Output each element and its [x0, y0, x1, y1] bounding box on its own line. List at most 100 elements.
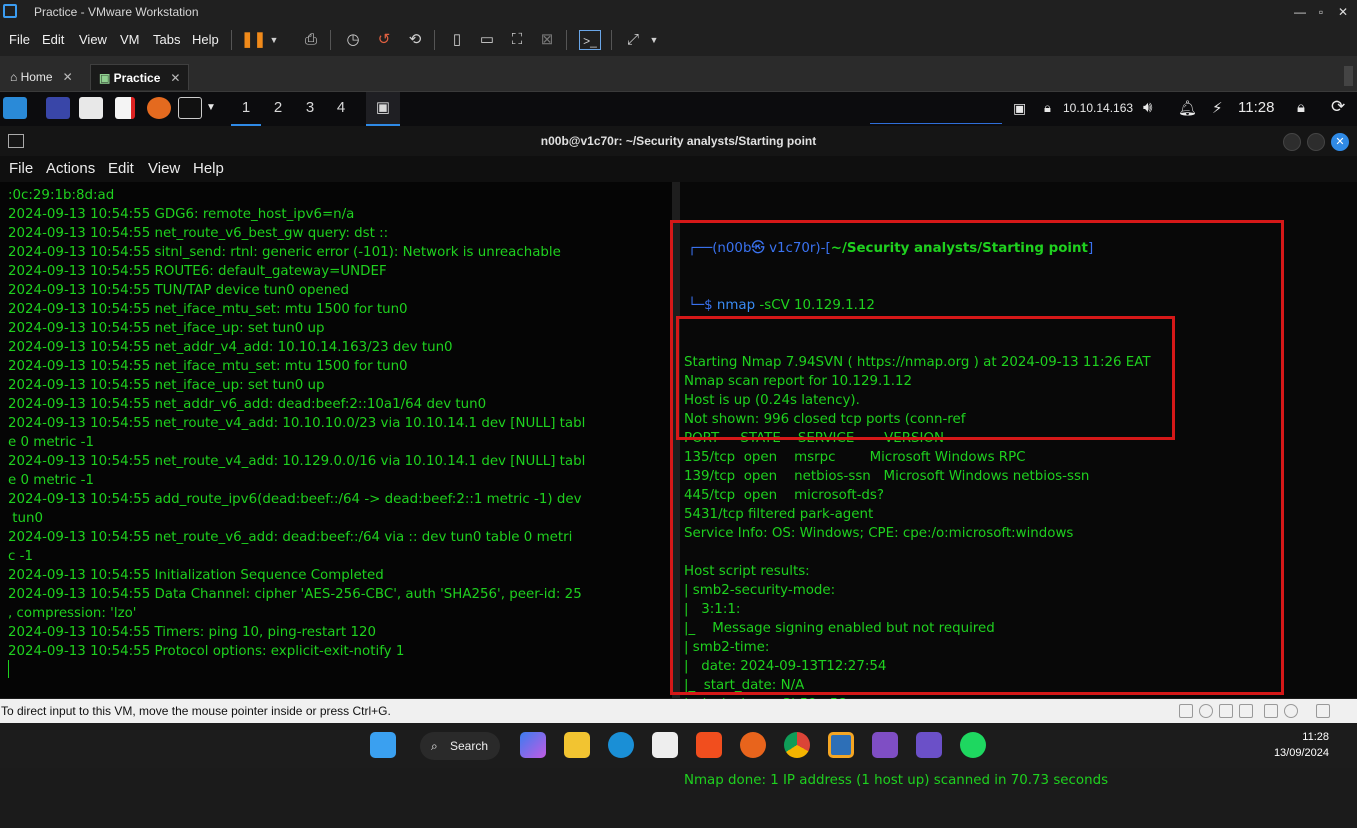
firefox-icon[interactable]	[147, 97, 171, 119]
terminal-line: 2024-09-13 10:54:55 net_iface_up: set tu…	[8, 321, 325, 336]
power-manager-icon[interactable]: ⚡︎	[1212, 99, 1223, 117]
cdrom-icon[interactable]	[1199, 704, 1213, 718]
terminal-line: e 0 metric -1	[8, 435, 94, 450]
text-editor-icon[interactable]	[115, 97, 135, 119]
obsidian-icon[interactable]	[916, 732, 942, 758]
logout-icon[interactable]: ⟳	[1331, 97, 1345, 117]
send-ctrl-alt-del-icon[interactable]: ⎙	[300, 30, 322, 50]
menu-tabs[interactable]: Tabs	[153, 32, 180, 47]
hdd-icon[interactable]	[1179, 704, 1193, 718]
spotify-icon[interactable]	[960, 732, 986, 758]
snapshot-manager-icon[interactable]: ⟲	[404, 30, 426, 50]
volume-icon[interactable]: 🔊︎	[1143, 99, 1152, 116]
terminal-line: 2024-09-13 10:54:55 net_iface_mtu_set: m…	[8, 302, 408, 317]
terminal-line: 2024-09-13 10:54:55 net_route_v6_best_gw…	[8, 226, 389, 241]
printer-icon[interactable]	[1284, 704, 1298, 718]
terminal-line: 2024-09-13 10:54:55 sitnl_send: rtnl: ge…	[8, 245, 561, 260]
home-icon: ⌂	[10, 70, 21, 84]
terminal-pane-left[interactable]: :0c:29:1b:8d:ad 2024-09-13 10:54:55 GDG6:…	[0, 182, 672, 698]
taskbar-time: 11:28	[1302, 731, 1329, 743]
taskbar-date: 13/09/2024	[1273, 747, 1329, 759]
terminal-menu-edit[interactable]: Edit	[108, 160, 134, 177]
terminal-dropdown-icon[interactable]: ▼	[206, 102, 216, 113]
revert-snapshot-icon[interactable]: ↺	[373, 30, 395, 50]
display-icon[interactable]: ▣	[1013, 100, 1026, 117]
terminal-close-button[interactable]: ✕	[1331, 133, 1349, 151]
menu-help[interactable]: Help	[192, 32, 219, 47]
terminal-line: 2024-09-13 10:54:55 add_route_ipv6(dead:…	[8, 492, 582, 507]
terminal-line: 2024-09-13 10:54:55 net_addr_v6_add: dea…	[8, 397, 487, 412]
start-button-icon[interactable]	[370, 732, 396, 758]
minimize-button[interactable]: —	[1290, 3, 1310, 21]
status-message: To direct input to this VM, move the mou…	[1, 704, 391, 718]
menu-file[interactable]: File	[9, 32, 30, 47]
notification-bell-icon[interactable]: 🔔︎	[1178, 99, 1197, 117]
taskbar-terminal-window[interactable]: ▣	[366, 92, 400, 126]
thumbnail-bar-icon[interactable]: ▭	[476, 30, 498, 50]
terminal-maximize-button[interactable]	[1307, 133, 1325, 151]
kali-menu-icon[interactable]	[3, 97, 27, 119]
usb-icon[interactable]	[1239, 704, 1253, 718]
terminal-menu-actions[interactable]: Actions	[46, 160, 95, 177]
network-adapter-icon[interactable]	[1219, 704, 1233, 718]
terminal-line: 2024-09-13 10:54:55 net_route_v6_add: de…	[8, 530, 573, 545]
terminal-minimize-button[interactable]	[1283, 133, 1301, 151]
terminal-line: 2024-09-13 10:54:55 net_route_v4_add: 10…	[8, 454, 586, 469]
message-log-icon[interactable]	[1316, 704, 1330, 718]
terminal-line: e 0 metric -1	[8, 473, 94, 488]
stretch-dropdown-icon[interactable]: ▼	[643, 30, 665, 50]
workspace-3[interactable]: 3	[295, 92, 325, 126]
terminal-line: 2024-09-13 10:54:55 GDG6: remote_host_ip…	[8, 207, 355, 222]
visual-studio-icon[interactable]	[872, 732, 898, 758]
tab-practice[interactable]: ▣ Practice ✕	[90, 64, 190, 90]
menu-vm[interactable]: VM	[120, 32, 140, 47]
stretch-guest-icon[interactable]: ⤢	[622, 30, 644, 50]
terminal-launcher-icon[interactable]	[178, 97, 202, 119]
vmware-title-bar: Practice - VMware Workstation — ▫ ✕	[0, 0, 1357, 24]
highlight-box-outer	[670, 220, 1284, 695]
sound-card-icon[interactable]	[1264, 704, 1278, 718]
close-tab-icon[interactable]: ✕	[170, 71, 180, 85]
chrome-icon[interactable]	[784, 732, 810, 758]
lock-screen-icon[interactable]: 🔒︎	[1297, 99, 1305, 116]
maximize-button[interactable]: ▫	[1311, 3, 1331, 21]
close-button[interactable]: ✕	[1333, 3, 1353, 21]
power-dropdown-icon[interactable]: ▼	[263, 30, 285, 50]
file-explorer-icon[interactable]	[564, 732, 590, 758]
close-tab-icon[interactable]: ✕	[63, 70, 73, 84]
menu-view[interactable]: View	[79, 32, 107, 47]
console-view-icon[interactable]: >_	[579, 30, 601, 50]
edge-icon[interactable]	[608, 732, 634, 758]
terminal-app-icon	[8, 134, 24, 148]
terminal-line: 2024-09-13 10:54:55 net_route_v4_add: 10…	[8, 416, 586, 431]
terminal-line: :0c:29:1b:8d:ad	[8, 188, 115, 203]
search-icon: ⌕	[431, 739, 438, 753]
brave-icon[interactable]	[696, 732, 722, 758]
workspace-1[interactable]: 1	[231, 92, 261, 126]
vpn-ip-address: 10.10.14.163	[1063, 101, 1134, 115]
copilot-icon[interactable]	[520, 732, 546, 758]
fullscreen-icon[interactable]: ⛶	[506, 30, 528, 50]
workspace-4[interactable]: 4	[326, 92, 356, 126]
terminal-line: c -1	[8, 549, 33, 564]
library-view-icon[interactable]: ▯	[446, 30, 468, 50]
unity-icon: ⊠	[540, 31, 554, 48]
vmware-status-bar: To direct input to this VM, move the mou…	[0, 699, 1357, 723]
terminal-menu-view[interactable]: View	[148, 160, 180, 177]
tab-home[interactable]: ⌂ Home ✕	[2, 64, 81, 90]
firefox-taskbar-icon[interactable]	[740, 732, 766, 758]
terminal-menu-help[interactable]: Help	[193, 160, 224, 177]
terminal-menu-file[interactable]: File	[9, 160, 33, 177]
taskbar-clock[interactable]: 11:28 13/09/2024	[1274, 729, 1329, 761]
tab-scroll-handle[interactable]	[1344, 66, 1353, 86]
snapshot-icon[interactable]: ◷	[342, 30, 364, 50]
vmware-taskbar-icon[interactable]	[828, 732, 854, 758]
menu-edit[interactable]: Edit	[42, 32, 64, 47]
workspace-2[interactable]: 2	[263, 92, 293, 126]
vpn-lock-icon: 🔒︎	[1044, 100, 1051, 115]
suspend-icon[interactable]: ❚❚	[241, 30, 266, 50]
file-manager-icon[interactable]	[79, 97, 103, 119]
show-desktop-icon[interactable]	[46, 97, 70, 119]
taskbar-search-button[interactable]: ⌕ Search	[420, 732, 500, 760]
microsoft-store-icon[interactable]	[652, 732, 678, 758]
